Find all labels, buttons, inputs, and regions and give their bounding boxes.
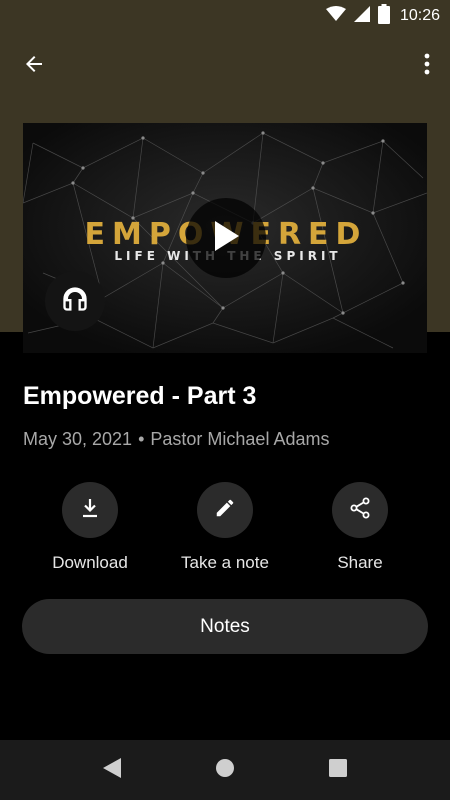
share-action[interactable]: Share	[293, 482, 427, 574]
download-label: Download	[52, 553, 128, 572]
play-icon	[211, 219, 241, 258]
wifi-icon	[325, 5, 346, 27]
nav-home-button[interactable]	[205, 750, 245, 790]
share-button[interactable]	[332, 482, 388, 538]
more-vertical-icon	[424, 53, 430, 80]
status-time: 10:26	[399, 7, 440, 24]
take-note-button[interactable]	[197, 482, 253, 538]
nav-back-button[interactable]	[92, 750, 132, 790]
status-icons: 10:26	[325, 3, 440, 29]
app-bar	[0, 32, 450, 96]
sermon-meta: May 30, 2021 • Pastor Michael Adams	[23, 428, 329, 450]
nav-recents-button[interactable]	[318, 750, 358, 790]
headphones-icon	[61, 285, 89, 318]
status-bar: 10:26	[0, 0, 450, 32]
notes-button[interactable]: Notes	[22, 599, 428, 654]
share-icon	[348, 496, 372, 525]
play-button[interactable]	[186, 198, 266, 278]
pencil-icon	[214, 497, 236, 524]
back-triangle-icon	[103, 757, 121, 783]
download-icon	[78, 496, 102, 525]
sermon-title: Empowered - Part 3	[23, 382, 257, 410]
download-action[interactable]: Download	[23, 482, 157, 574]
navigation-bar	[0, 740, 450, 800]
take-note-label: Take a note	[181, 553, 269, 572]
audio-button[interactable]	[45, 271, 105, 331]
cell-signal-icon	[353, 5, 370, 27]
recents-square-icon	[329, 758, 347, 782]
arrow-left-icon	[22, 52, 46, 81]
battery-icon	[377, 3, 390, 29]
meta-separator: •	[138, 429, 145, 449]
more-options-button[interactable]	[414, 46, 440, 86]
take-note-action[interactable]: Take a note	[158, 482, 292, 574]
share-label: Share	[337, 553, 383, 572]
sermon-speaker: Pastor Michael Adams	[150, 429, 330, 449]
home-circle-icon	[215, 758, 235, 783]
download-button[interactable]	[62, 482, 118, 538]
back-button[interactable]	[14, 46, 54, 86]
sermon-date: May 30, 2021	[23, 429, 133, 449]
